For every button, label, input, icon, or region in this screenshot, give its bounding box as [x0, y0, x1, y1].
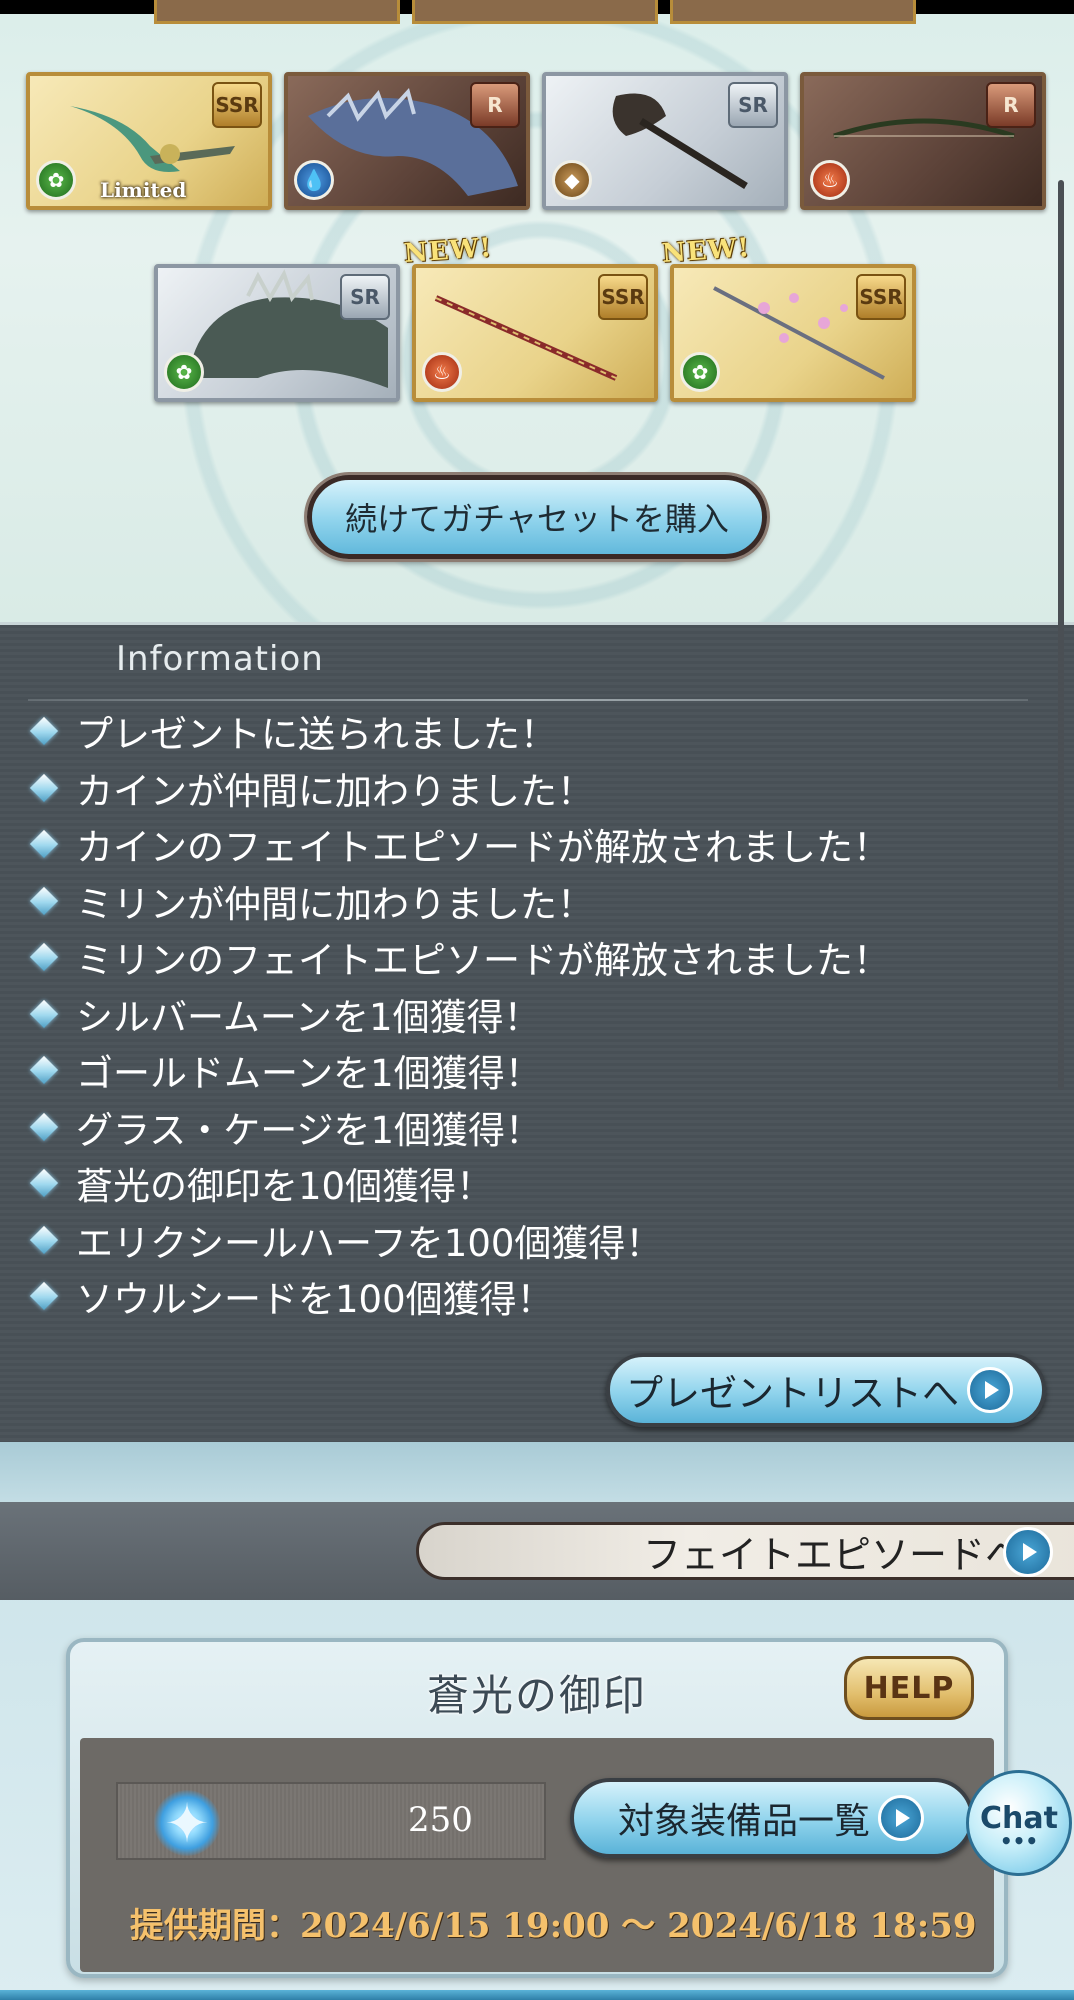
list-item: ソウルシードを100個獲得！: [28, 1268, 890, 1325]
fate-episode-button[interactable]: フェイトエピソードへ: [416, 1522, 1074, 1580]
offer-period: 提供期間：2024/6/15 19:00 〜 2024/6/18 18:59: [130, 1898, 977, 1947]
new-badge: NEW!: [661, 232, 752, 270]
list-item: 蒼光の御印を10個獲得！: [28, 1155, 890, 1212]
information-title: Information: [116, 639, 324, 679]
diamond-bullet-icon: [29, 1169, 59, 1198]
present-list-button[interactable]: プレゼントリストへ: [606, 1353, 1046, 1427]
scrollbar[interactable]: [1058, 180, 1064, 1090]
chat-button[interactable]: Chat •••: [966, 1770, 1072, 1876]
list-item: ミリンが仲間に加わりました！: [28, 873, 890, 930]
seal-count: 250: [408, 1800, 473, 1840]
diamond-bullet-icon: [29, 999, 59, 1028]
water-element-icon: 💧: [294, 160, 334, 200]
diamond-bullet-icon: [29, 1225, 59, 1254]
seal-panel: 蒼光の御印 HELP 250 対象装備品一覧 提供期間：2024/6/15 19…: [66, 1638, 1008, 1978]
weapon-card[interactable]: SSR ♨: [412, 264, 658, 402]
diamond-bullet-icon: [29, 1282, 59, 1311]
seal-count-box: 250: [116, 1782, 546, 1860]
bottom-edge: [0, 1990, 1074, 2000]
rarity-badge: SR: [340, 274, 390, 320]
summon-card[interactable]: SR ✿: [154, 264, 400, 402]
information-panel: Information プレゼントに送られました！ カインが仲間に加わりました！…: [0, 622, 1074, 1445]
rarity-badge: SSR: [212, 82, 262, 128]
list-item: シルバームーンを1個獲得！: [28, 986, 890, 1043]
list-item: ミリンのフェイトエピソードが解放されました！: [28, 929, 890, 986]
list-item-text: エリクシールハーフを100個獲得！: [76, 1221, 663, 1265]
list-item-text: カインが仲間に加わりました！: [76, 769, 594, 813]
gacha-result-area: SSR ✿ Limited R 💧 SR ◆ R ♨ SR ✿ SSR ♨ SS…: [0, 0, 1074, 622]
list-item-text: ソウルシードを100個獲得！: [76, 1278, 554, 1322]
new-badge: NEW!: [403, 232, 494, 270]
wind-element-icon: ✿: [164, 352, 204, 392]
target-equipment-label: 対象装備品一覧: [618, 1801, 871, 1842]
earth-element-icon: ◆: [552, 160, 592, 200]
fire-element-icon: ♨: [810, 160, 850, 200]
seal-star-icon: [154, 1790, 220, 1856]
list-item-text: ゴールドムーンを1個獲得！: [76, 1052, 542, 1096]
diamond-bullet-icon: [29, 717, 59, 746]
list-item: カインが仲間に加わりました！: [28, 760, 890, 817]
diamond-bullet-icon: [29, 773, 59, 802]
present-list-label: プレゼントリストへ: [626, 1372, 959, 1415]
list-item-text: シルバームーンを1個獲得！: [76, 995, 541, 1039]
weapon-card[interactable]: SSR ✿ Limited: [26, 72, 272, 210]
list-item-text: ミリンが仲間に加わりました！: [76, 882, 594, 926]
weapon-card[interactable]: R ♨: [800, 72, 1046, 210]
list-item-text: グラス・ケージを1個獲得！: [76, 1108, 543, 1152]
buy-again-button[interactable]: 続けてガチャセットを購入: [292, 462, 782, 572]
rarity-badge: SSR: [856, 274, 906, 320]
diamond-bullet-icon: [29, 943, 59, 972]
help-button[interactable]: HELP: [844, 1656, 974, 1720]
diamond-bullet-icon: [29, 830, 59, 859]
list-item: ゴールドムーンを1個獲得！: [28, 1042, 890, 1099]
chat-dots-icon: •••: [999, 1828, 1039, 1853]
offer-period-value: 2024/6/15 19:00 〜 2024/6/18 18:59: [300, 1906, 977, 1946]
list-item-text: プレゼントに送られました！: [76, 713, 557, 757]
lower-area: フェイトエピソードへ 蒼光の御印 HELP 250 対象装備品一覧 提供期間：2…: [0, 1442, 1074, 2000]
weapon-card[interactable]: SSR ✿: [670, 264, 916, 402]
divider: [28, 699, 1028, 701]
information-list: プレゼントに送られました！ カインが仲間に加わりました！ カインのフェイトエピソ…: [28, 703, 890, 1325]
list-item-text: 蒼光の御印を10個獲得！: [76, 1165, 494, 1209]
partial-card: [670, 0, 916, 24]
diamond-bullet-icon: [29, 886, 59, 915]
list-item: プレゼントに送られました！: [28, 703, 890, 760]
wind-element-icon: ✿: [36, 160, 76, 200]
seal-info-box: 250 対象装備品一覧 提供期間：2024/6/15 19:00 〜 2024/…: [80, 1738, 994, 1972]
summon-card[interactable]: R 💧: [284, 72, 530, 210]
list-item: エリクシールハーフを100個獲得！: [28, 1212, 890, 1269]
partial-card: [154, 0, 400, 24]
rarity-badge: R: [470, 82, 520, 128]
list-item-text: カインのフェイトエピソードが解放されました！: [76, 826, 890, 870]
play-arrow-icon: [878, 1795, 925, 1841]
wind-element-icon: ✿: [680, 352, 720, 392]
list-item-text: ミリンのフェイトエピソードが解放されました！: [76, 939, 890, 983]
limited-label: Limited: [100, 178, 187, 202]
partial-card: [412, 0, 658, 24]
diamond-bullet-icon: [29, 1056, 59, 1085]
fate-episode-label: フェイトエピソードへ: [642, 1532, 1023, 1577]
play-arrow-icon: [1003, 1527, 1053, 1577]
list-item: カインのフェイトエピソードが解放されました！: [28, 816, 890, 873]
list-item: グラス・ケージを1個獲得！: [28, 1099, 890, 1156]
buy-again-label: 続けてガチャセットを購入: [307, 475, 767, 559]
fire-element-icon: ♨: [422, 352, 462, 392]
offer-period-label: 提供期間：: [130, 1906, 300, 1946]
target-equipment-button[interactable]: 対象装備品一覧: [570, 1778, 974, 1858]
play-arrow-icon: [967, 1367, 1013, 1413]
rarity-badge: SSR: [598, 274, 648, 320]
diamond-bullet-icon: [29, 1112, 59, 1141]
rarity-badge: SR: [728, 82, 778, 128]
rarity-badge: R: [986, 82, 1036, 128]
weapon-card[interactable]: SR ◆: [542, 72, 788, 210]
